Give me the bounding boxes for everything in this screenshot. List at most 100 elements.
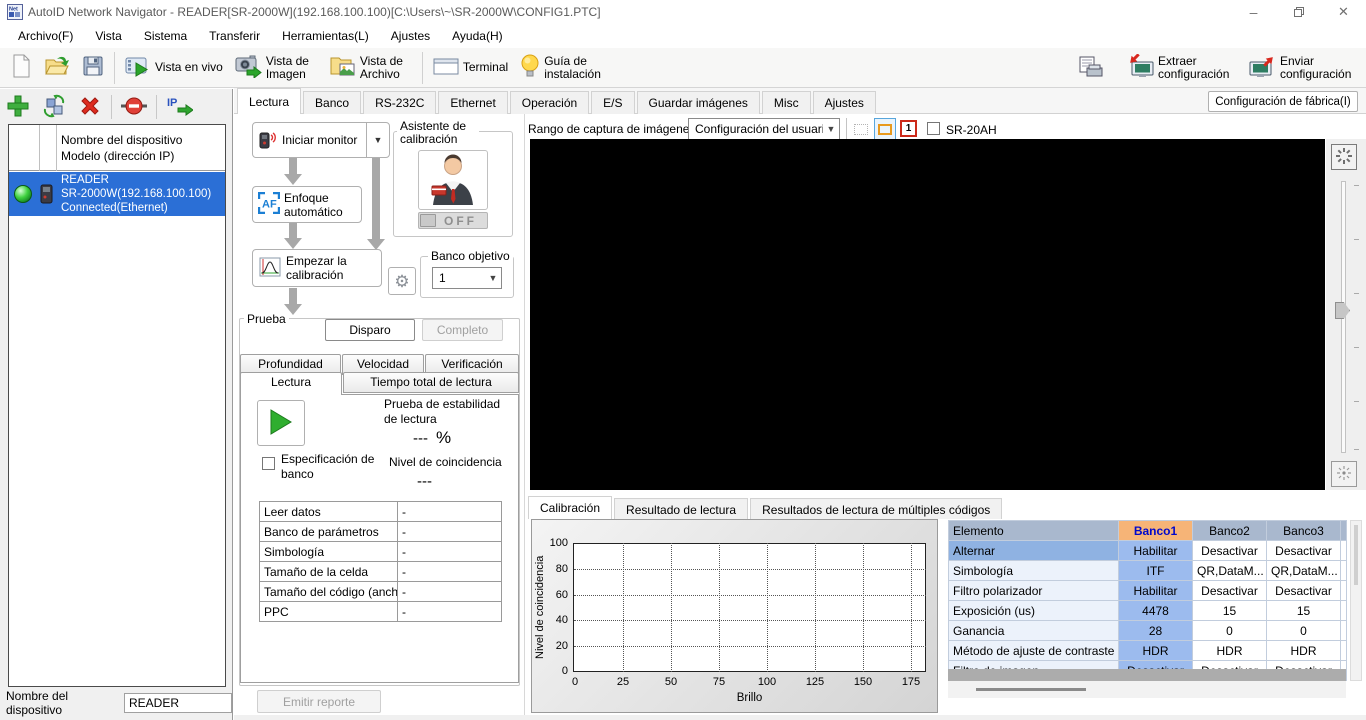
brightness-slider-handle[interactable]: [1335, 302, 1350, 319]
tab-guardar-imagenes[interactable]: Guardar imágenes: [637, 91, 760, 114]
live-view-button[interactable]: Vista en vivo: [119, 50, 229, 86]
minimize-button[interactable]: –: [1231, 0, 1276, 24]
auto-focus-button[interactable]: AF Enfoque automático: [252, 186, 362, 223]
range-mode-custom-toggle[interactable]: [874, 118, 896, 140]
tab-ajustes[interactable]: Ajustes: [813, 91, 876, 114]
menu-vista[interactable]: Vista: [85, 25, 131, 47]
menu-sistema[interactable]: Sistema: [134, 25, 197, 47]
start-monitor-dropdown[interactable]: ▼: [366, 122, 390, 158]
tab-resultados-multiples[interactable]: Resultados de lectura de múltiples códig…: [750, 498, 1002, 519]
menu-herramientas[interactable]: Herramientas(L): [272, 25, 379, 47]
tab-resultado-lectura[interactable]: Resultado de lectura: [614, 498, 748, 519]
assistant-toggle[interactable]: OFF: [418, 212, 488, 229]
cell[interactable]: Habilitar: [1119, 581, 1193, 601]
row-label[interactable]: Ganancia: [949, 621, 1119, 641]
scrollbar-thumb[interactable]: [1354, 525, 1358, 585]
sr20ah-checkbox[interactable]: [927, 122, 940, 135]
target-bank-select[interactable]: 1 ▼: [432, 267, 502, 289]
tab-rs232c[interactable]: RS-232C: [363, 91, 436, 114]
row-label[interactable]: Exposición (us): [949, 601, 1119, 621]
calibration-wizard-button[interactable]: [418, 150, 488, 210]
add-device-button[interactable]: [0, 92, 36, 123]
trigger-button[interactable]: Disparo: [325, 319, 415, 341]
cell[interactable]: HDR: [1193, 641, 1267, 661]
brightness-high-button[interactable]: [1331, 144, 1357, 170]
emit-report-button[interactable]: Emitir reporte: [257, 690, 381, 713]
open-file-button[interactable]: [38, 50, 76, 86]
cell[interactable]: 15: [1193, 601, 1267, 621]
cell[interactable]: QR,DataM...: [1193, 561, 1267, 581]
tab-misc[interactable]: Misc: [762, 91, 811, 114]
vertical-scrollbar[interactable]: [1350, 520, 1362, 681]
col-banco2[interactable]: Banco2: [1193, 521, 1267, 541]
tab-banco[interactable]: Banco: [303, 91, 361, 114]
cell[interactable]: Desactivar: [1193, 581, 1267, 601]
cell[interactable]: 0: [1267, 621, 1341, 641]
report-print-button[interactable]: [1072, 50, 1110, 86]
calibration-settings-button[interactable]: ⚙: [388, 267, 416, 295]
cell[interactable]: 4478: [1119, 601, 1193, 621]
new-file-button[interactable]: [4, 50, 38, 86]
slider-tick: [1354, 449, 1359, 450]
row-label[interactable]: Filtro polarizador: [949, 581, 1119, 601]
send-config-button[interactable]: Enviar configuración: [1242, 50, 1358, 86]
tab-ethernet[interactable]: Ethernet: [438, 91, 507, 114]
image-view-button[interactable]: Vista de Imagen: [229, 50, 324, 86]
ip-settings-button[interactable]: IP: [160, 93, 199, 122]
menu-ayuda[interactable]: Ayuda(H): [442, 25, 512, 47]
range-mode-full-toggle[interactable]: [852, 120, 870, 138]
menu-archivo[interactable]: Archivo(F): [8, 25, 83, 47]
bank-spec-checkbox[interactable]: [262, 457, 275, 470]
cell[interactable]: Desactivar: [1193, 541, 1267, 561]
file-view-button[interactable]: Vista de Archivo: [324, 50, 418, 86]
cell[interactable]: Habilitar: [1119, 541, 1193, 561]
cell[interactable]: HDR: [1267, 641, 1341, 661]
device-name-input[interactable]: [124, 693, 232, 713]
col-banco3[interactable]: Banco3: [1267, 521, 1341, 541]
extract-config-button[interactable]: Extraer configuración: [1120, 50, 1236, 86]
update-device-button[interactable]: [36, 92, 72, 123]
bank-spec-label: Especificación de banco: [281, 452, 381, 482]
cell[interactable]: QR,DataM...: [1267, 561, 1341, 581]
restore-button[interactable]: [1276, 0, 1321, 24]
delete-device-button[interactable]: [72, 93, 108, 122]
cell[interactable]: 0: [1193, 621, 1267, 641]
menu-ajustes[interactable]: Ajustes: [381, 25, 440, 47]
disconnect-button[interactable]: [115, 93, 153, 122]
start-calibration-button[interactable]: Empezar la calibración: [252, 249, 382, 287]
x-tick-label: 0: [560, 676, 590, 688]
cell[interactable]: Desactivar: [1267, 581, 1341, 601]
cell[interactable]: Desactivar: [1267, 541, 1341, 561]
run-test-button[interactable]: [257, 400, 305, 446]
menu-transferir[interactable]: Transferir: [199, 25, 270, 47]
tab-calibracion[interactable]: Calibración: [528, 496, 612, 519]
factory-settings-button[interactable]: Configuración de fábrica(I): [1208, 91, 1358, 112]
save-button[interactable]: [76, 50, 110, 86]
install-guide-button[interactable]: Guía de instalación: [514, 50, 612, 86]
col-banco1[interactable]: Banco1: [1119, 521, 1193, 541]
tab-es[interactable]: E/S: [591, 91, 634, 114]
tab-lectura[interactable]: Lectura: [237, 88, 301, 114]
complete-button[interactable]: Completo: [422, 319, 503, 341]
tab-tiempo-total[interactable]: Tiempo total de lectura: [343, 372, 519, 393]
row-label[interactable]: Alternar: [949, 541, 1119, 561]
cell[interactable]: 15: [1267, 601, 1341, 621]
terminal-button[interactable]: Terminal: [427, 50, 514, 86]
cell[interactable]: 28: [1119, 621, 1193, 641]
cell[interactable]: HDR: [1119, 641, 1193, 661]
tab-lectura-test[interactable]: Lectura: [240, 372, 342, 395]
device-row[interactable]: READER SR-2000W(192.168.100.100) Connect…: [9, 172, 225, 216]
capture-range-select[interactable]: Configuración del usuario ▼: [688, 118, 840, 140]
range-mode-numbered-toggle[interactable]: 1: [900, 120, 917, 137]
row-label[interactable]: Método de ajuste de contraste: [949, 641, 1119, 661]
row-label[interactable]: Simbología: [949, 561, 1119, 581]
close-button[interactable]: ✕: [1321, 0, 1366, 24]
bank-settings-table: Elemento Banco1 Banco2 Banco3 Alternar H…: [948, 520, 1347, 681]
start-monitor-button[interactable]: Iniciar monitor: [252, 122, 367, 158]
brightness-low-button[interactable]: [1331, 461, 1357, 487]
tab-operacion[interactable]: Operación: [510, 91, 589, 114]
horizontal-scrollbar[interactable]: [948, 681, 1346, 698]
cell[interactable]: ITF: [1119, 561, 1193, 581]
scrollbar-thumb[interactable]: [976, 688, 1086, 691]
camera-image-view[interactable]: [530, 139, 1325, 490]
